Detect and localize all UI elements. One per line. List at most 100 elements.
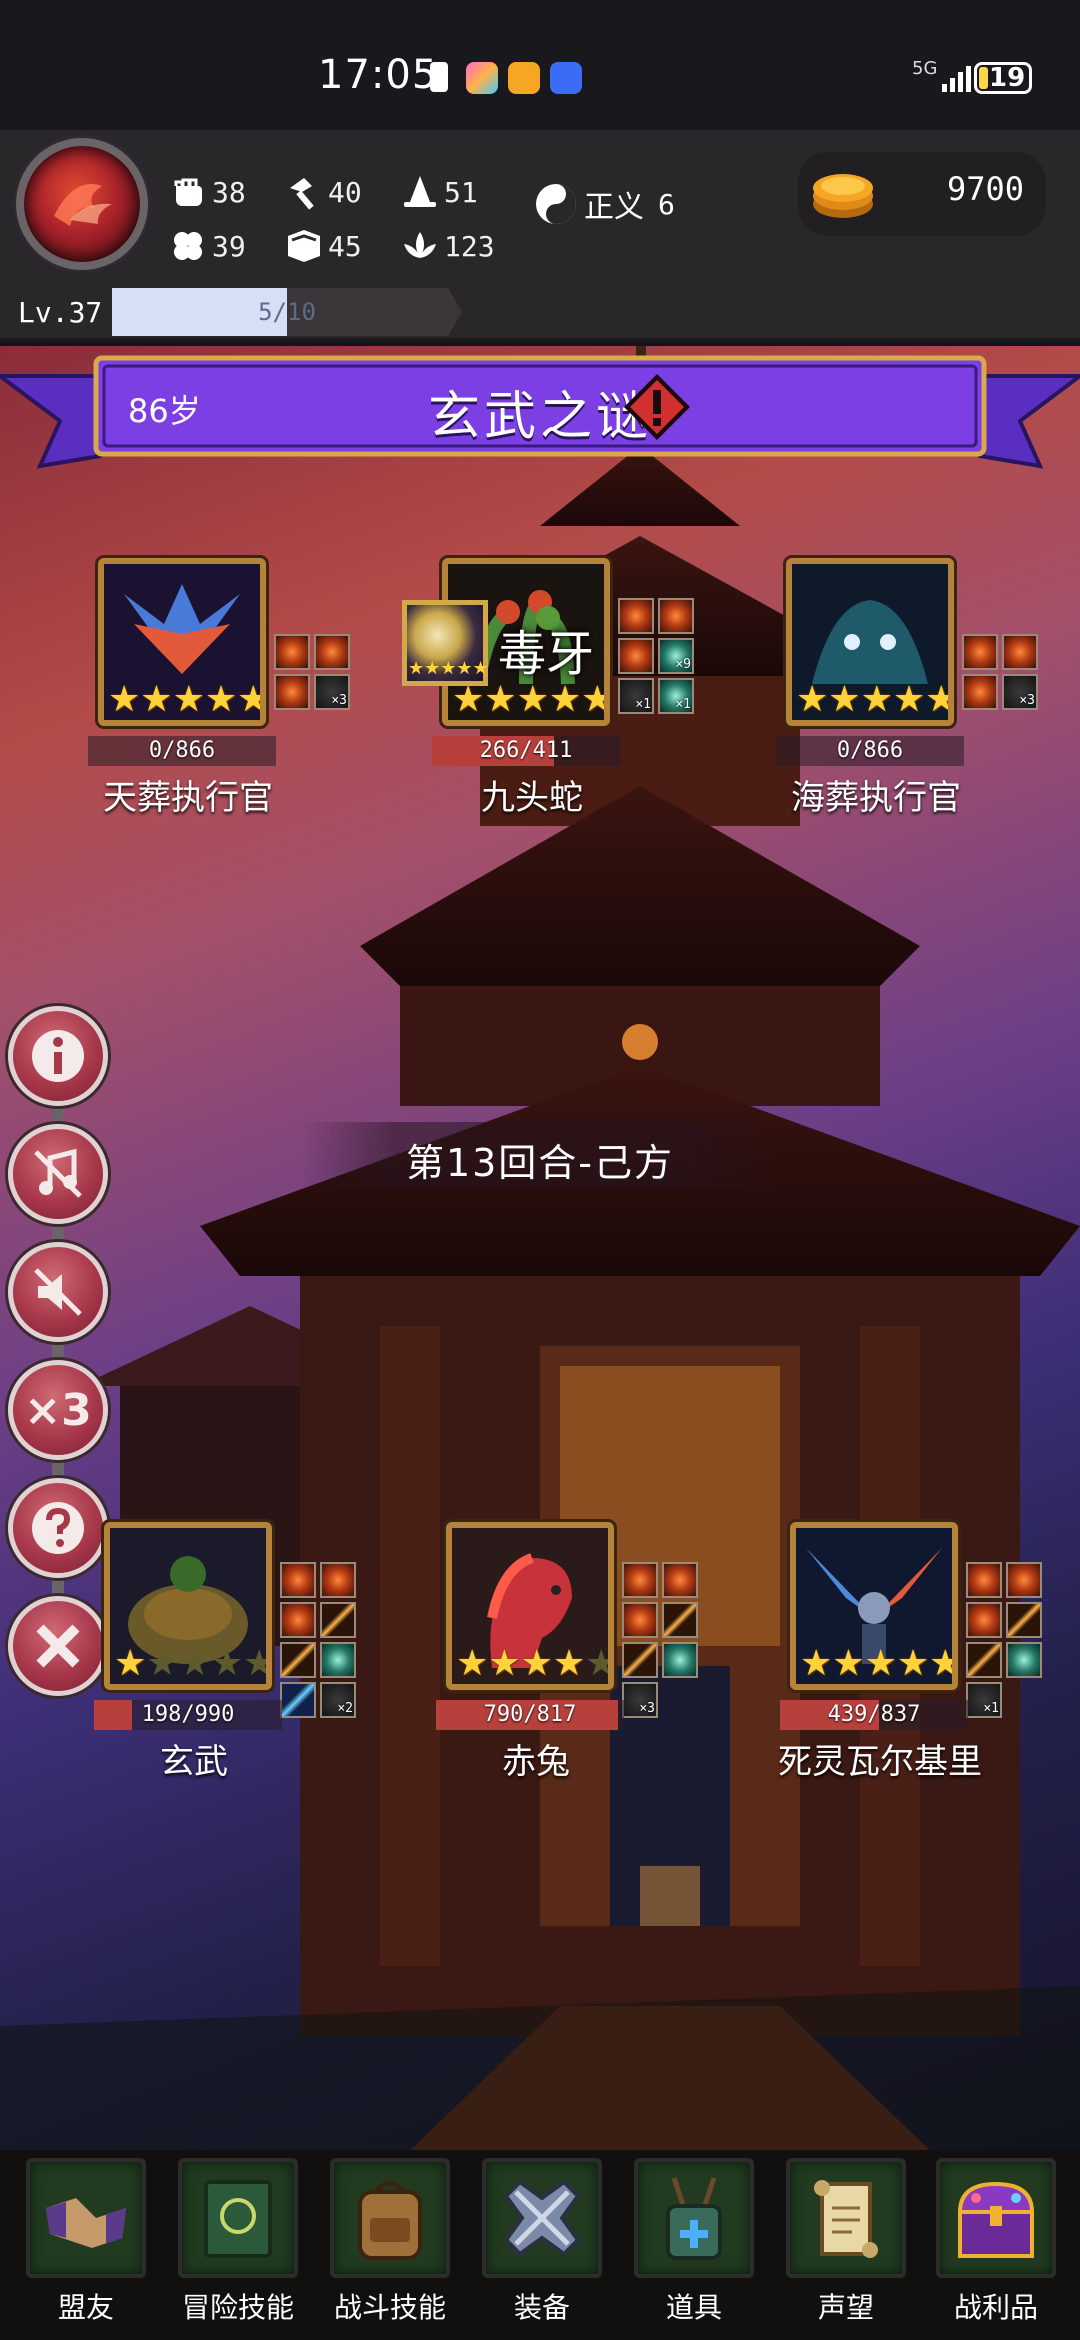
treasure-chest-icon [957,2181,1035,2258]
sound-toggle-button[interactable] [8,1242,108,1342]
status-effect-icon[interactable] [1006,1602,1042,1638]
status-effect-icon[interactable]: ×1 [966,1682,1002,1718]
stat-luck: 39 [168,226,246,266]
status-effect-icon[interactable] [320,1562,356,1598]
status-effect-icon[interactable] [622,1562,658,1598]
status-effect-icon[interactable] [658,598,694,634]
nav-loot[interactable]: 战利品 [922,2158,1070,2334]
status-effect-icon[interactable] [662,1602,698,1638]
help-button[interactable] [8,1478,108,1578]
status-effect-icon[interactable] [618,638,654,674]
star-icon: ★ [114,1643,147,1684]
unit-name: 玄武 [160,1742,228,1782]
round-text: 第13回合-己方 [405,1141,675,1185]
nav-battle-skills[interactable]: 战斗技能 [316,2158,464,2334]
status-effect-count: ×1 [635,697,651,712]
status-effect-icon[interactable]: ×9 [658,638,694,674]
speed-x3-icon: ×3 [24,1384,92,1436]
nav-reputation[interactable]: 声望 [772,2158,920,2334]
star-icon: ★ [800,1643,833,1684]
wizard-hat-icon [404,176,436,207]
status-effect-icon[interactable] [314,634,350,670]
hp-text: 266/411 [479,738,573,763]
status-effect-icon[interactable] [280,1682,316,1718]
battle-scene: 86岁 玄武之谜 ★★★★★ ×3 0/866 天葬执行官 [0,346,1080,2160]
status-effect-icon[interactable]: ×1 [658,678,694,714]
status-effect-icon[interactable]: ×3 [1002,674,1038,710]
unit-portrait[interactable]: ★★★★★ [98,558,266,726]
info-button[interactable] [8,1006,108,1106]
star-icon: ★ [488,1643,521,1684]
stat-knowledge: 45 [284,226,362,266]
status-effect-icon[interactable] [280,1642,316,1678]
status-effect-icon[interactable]: ×3 [314,674,350,710]
unit-name: 九头蛇 [481,778,583,818]
speed-button[interactable]: ×3 [8,1360,108,1460]
hp-bar: 266/411 [432,736,620,766]
hp-text: 790/817 [483,1702,577,1727]
status-effect-icon[interactable] [280,1562,316,1598]
status-effect-icon[interactable] [966,1562,1002,1598]
star-icon: ★ [860,679,893,720]
status-effect-icon[interactable] [274,634,310,670]
status-effect-icon[interactable] [662,1642,698,1678]
status-effect-icon[interactable] [618,598,654,634]
nav-tile [482,2158,602,2278]
star-icon: ★ [243,1646,266,1682]
star-rating: ★★★★★ [456,1643,608,1684]
unit-portrait[interactable]: ★★★★★ [790,1522,958,1690]
satchel-icon [666,2177,722,2260]
status-effect-icon[interactable] [962,634,998,670]
warning-icon[interactable] [622,372,692,442]
stat-value: 38 [212,175,246,209]
star-icon: ★ [892,679,926,720]
status-effect-icon[interactable]: ×1 [618,678,654,714]
status-effect-icon[interactable]: ×3 [622,1682,658,1718]
star-icon: ★ [929,1646,952,1682]
status-effect-icon[interactable] [1002,634,1038,670]
status-effect-icon[interactable] [622,1642,658,1678]
stat-craft: 40 [284,172,362,212]
star-icon: ★ [864,1643,897,1684]
buff-grid: ×9 ×1 ×1 [618,598,694,714]
nav-tile [330,2158,450,2278]
nav-tile [936,2158,1056,2278]
status-effect-count: ×1 [675,697,691,712]
status-effect-icon[interactable] [662,1562,698,1598]
app-notification-icon [508,62,540,94]
battery-percent: 19 [989,63,1026,93]
status-effect-icon[interactable] [962,674,998,710]
nav-equipment[interactable]: 装备 [468,2158,616,2334]
nav-adventure-skills[interactable]: 冒险技能 [164,2158,312,2334]
stat-value: 51 [444,175,478,209]
status-effect-icon[interactable] [1006,1642,1042,1678]
hp-text: 198/990 [141,1702,235,1727]
hp-text: 439/837 [827,1702,921,1727]
nav-allies[interactable]: 盟友 [12,2158,160,2334]
status-effect-icon[interactable] [966,1642,1002,1678]
nav-tile [786,2158,906,2278]
music-toggle-button[interactable] [8,1124,108,1224]
star-icon: ★ [204,679,238,720]
exit-battle-button[interactable] [8,1596,108,1696]
status-effect-icon[interactable] [280,1602,316,1638]
unit-portrait[interactable]: ★★★★★ [104,1522,272,1690]
status-effect-icon[interactable] [1006,1562,1042,1598]
nav-items[interactable]: 道具 [620,2158,768,2334]
status-effect-icon[interactable] [274,674,310,710]
unit-portrait[interactable]: ★★★★★ [446,1522,614,1690]
status-effect-icon[interactable] [622,1602,658,1638]
handshake-icon [46,2198,126,2248]
status-effect-count: ×2 [337,1701,353,1716]
status-effect-icon[interactable] [320,1642,356,1678]
close-icon [36,1624,80,1668]
skill-stars: ★★★★★ [408,658,489,679]
status-effect-icon[interactable]: ×2 [320,1682,356,1718]
info-icon [32,1030,84,1082]
status-effect-icon[interactable] [320,1602,356,1638]
unit-portrait[interactable]: ★★★★★ [786,558,954,726]
star-rating: ★★★★★ [108,679,260,720]
player-avatar[interactable] [16,138,148,270]
star-icon: ★ [925,682,948,718]
status-effect-icon[interactable] [966,1602,1002,1638]
